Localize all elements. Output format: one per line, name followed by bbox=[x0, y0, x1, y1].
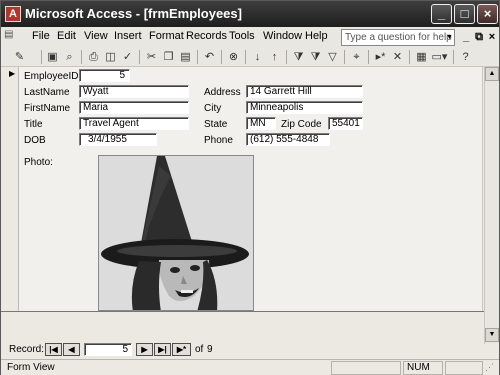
num-lock-indicator: NUM bbox=[403, 361, 443, 375]
window-title: Microsoft Access - [frmEmployees] bbox=[25, 6, 242, 21]
chevron-down-icon[interactable]: ▼ bbox=[445, 30, 454, 45]
save-icon[interactable]: ▣ bbox=[44, 49, 61, 65]
menu-edit[interactable]: Edit bbox=[57, 30, 76, 42]
next-record-icon[interactable]: ▶ bbox=[136, 343, 153, 356]
last-name-label: LastName bbox=[24, 87, 70, 98]
zip-code-label: Zip Code bbox=[281, 119, 322, 130]
status-bar: Form View NUM ⋰ bbox=[1, 359, 499, 375]
employee-photo[interactable] bbox=[98, 155, 254, 311]
mdi-close-button[interactable]: × bbox=[486, 30, 498, 44]
menu-insert[interactable]: Insert bbox=[114, 30, 142, 42]
menu-records[interactable]: Records bbox=[186, 30, 227, 42]
undo-icon[interactable]: ↶ bbox=[201, 49, 218, 65]
filter-by-form-icon[interactable]: ⧩ bbox=[307, 49, 324, 65]
photo-label: Photo: bbox=[24, 157, 53, 168]
delete-record-icon[interactable]: ✕ bbox=[389, 49, 406, 65]
database-window-icon[interactable]: ▦ bbox=[413, 49, 430, 65]
address-label: Address bbox=[204, 87, 241, 98]
menu-format[interactable]: Format bbox=[149, 30, 184, 42]
menu-bar: ▤ File Edit View Insert Format Records T… bbox=[1, 27, 499, 47]
previous-record-icon[interactable]: ◀ bbox=[63, 343, 80, 356]
employee-id-field[interactable]: 5 bbox=[79, 69, 130, 82]
scroll-up-icon[interactable]: ▲ bbox=[485, 67, 499, 81]
filter-by-selection-icon[interactable]: ⧩ bbox=[290, 49, 307, 65]
resize-grip-icon[interactable]: ⋰ bbox=[485, 362, 494, 373]
form-divider-line bbox=[1, 311, 484, 312]
print-preview-icon[interactable]: ◫ bbox=[102, 49, 119, 65]
form-icon[interactable]: ▤ bbox=[4, 29, 13, 40]
mdi-restore-button[interactable]: ⧉ bbox=[473, 30, 485, 44]
first-record-icon[interactable]: |◀ bbox=[45, 343, 62, 356]
sort-ascending-icon[interactable]: ↓ bbox=[249, 49, 266, 65]
dob-label: DOB bbox=[24, 135, 46, 146]
title-field[interactable]: Travel Agent bbox=[79, 117, 189, 130]
title-label: Title bbox=[24, 119, 43, 130]
current-record-field[interactable]: 5 bbox=[84, 343, 132, 356]
status-panel-empty bbox=[331, 361, 401, 375]
zip-code-field[interactable]: 55401 bbox=[328, 117, 363, 130]
state-field[interactable]: MN bbox=[246, 117, 276, 130]
city-label: City bbox=[204, 103, 222, 114]
close-button[interactable]: × bbox=[477, 4, 498, 24]
first-name-label: FirstName bbox=[24, 103, 71, 114]
scroll-down-icon[interactable]: ▼ bbox=[485, 328, 499, 342]
last-name-field[interactable]: Wyatt bbox=[79, 85, 189, 98]
last-record-icon[interactable]: ▶| bbox=[154, 343, 171, 356]
new-record-icon[interactable]: ▸* bbox=[372, 49, 389, 65]
record-of-label: of bbox=[195, 344, 204, 355]
mdi-minimize-button[interactable]: _ bbox=[460, 30, 472, 44]
new-record-nav-icon[interactable]: ▶* bbox=[172, 343, 191, 356]
file-search-icon[interactable]: ⌕ bbox=[61, 49, 78, 65]
hyperlink-icon[interactable]: ⊗ bbox=[225, 49, 242, 65]
access-window: A Microsoft Access - [frmEmployees] _ □ … bbox=[0, 0, 500, 375]
menu-tools[interactable]: Tools bbox=[229, 30, 255, 42]
print-icon[interactable]: ⎙ bbox=[85, 49, 102, 65]
menu-window[interactable]: Window bbox=[263, 30, 302, 42]
title-bar[interactable]: A Microsoft Access - [frmEmployees] _ □ … bbox=[1, 1, 499, 27]
phone-label: Phone bbox=[204, 135, 233, 146]
form-detail-section: ▶ EmployeeID 5 LastName Wyatt FirstName … bbox=[6, 67, 483, 311]
status-panel-blank bbox=[445, 361, 483, 375]
city-field[interactable]: Minneapolis bbox=[246, 101, 363, 114]
new-object-icon[interactable]: ▭▾ bbox=[431, 49, 448, 65]
menu-view[interactable]: View bbox=[84, 30, 108, 42]
paste-icon[interactable]: ▤ bbox=[177, 49, 194, 65]
record-label: Record: bbox=[9, 344, 45, 355]
form-toolbar: ✎ ▣ ⌕ ⎙ ◫ ✓ ✂ ❐ ▤ ↶ ⊗ ↓ ↑ ⧩ ⧩ ▽ ⌖ ▸* ✕ ▦… bbox=[1, 47, 499, 67]
sort-descending-icon[interactable]: ↑ bbox=[266, 49, 283, 65]
apply-filter-icon[interactable]: ▽ bbox=[324, 49, 341, 65]
witch-portrait-image bbox=[99, 156, 253, 310]
spelling-icon[interactable]: ✓ bbox=[119, 49, 136, 65]
minimize-button[interactable]: _ bbox=[431, 4, 452, 24]
current-record-arrow-icon: ▶ bbox=[9, 69, 16, 78]
state-label: State bbox=[204, 119, 228, 130]
help-question-input[interactable]: Type a question for help bbox=[341, 29, 455, 46]
employee-id-label: EmployeeID bbox=[24, 71, 79, 82]
copy-icon[interactable]: ❐ bbox=[160, 49, 177, 65]
maximize-button[interactable]: □ bbox=[454, 4, 475, 24]
design-view-icon[interactable]: ✎ bbox=[11, 49, 28, 65]
menu-help[interactable]: Help bbox=[305, 30, 328, 42]
vertical-scrollbar[interactable]: ▲ ▼ bbox=[484, 67, 499, 344]
phone-field[interactable]: (612) 555-4848 bbox=[246, 133, 330, 146]
first-name-field[interactable]: Maria bbox=[79, 101, 189, 114]
find-icon[interactable]: ⌖ bbox=[348, 49, 365, 65]
dob-field[interactable]: 3/4/1955 bbox=[79, 133, 157, 146]
menu-file[interactable]: File bbox=[32, 30, 50, 42]
access-app-icon[interactable]: A bbox=[5, 6, 21, 22]
address-field[interactable]: 14 Garrett Hill bbox=[246, 85, 363, 98]
cut-icon[interactable]: ✂ bbox=[143, 49, 160, 65]
record-selector[interactable]: ▶ bbox=[6, 67, 19, 311]
help-icon[interactable]: ? bbox=[457, 49, 474, 65]
record-total-count: 9 bbox=[207, 344, 213, 355]
record-navigation-bar: Record: |◀ ◀ 5 ▶ ▶| ▶* of 9 bbox=[1, 339, 484, 359]
